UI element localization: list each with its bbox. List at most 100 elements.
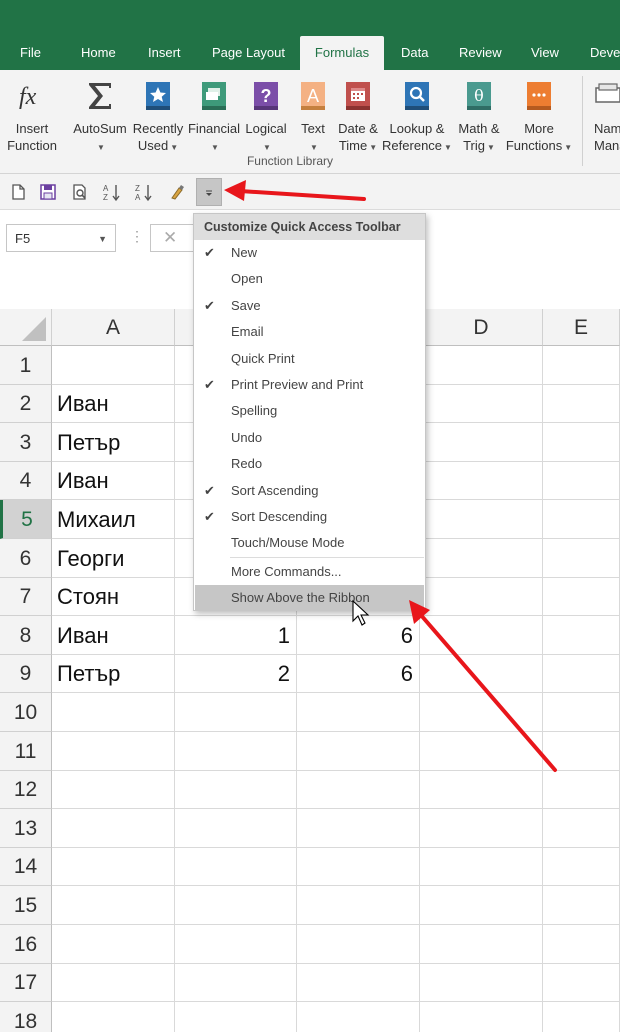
table-cell[interactable] bbox=[543, 539, 620, 578]
tab-page-layout[interactable]: Page Layout bbox=[212, 36, 285, 70]
table-cell[interactable] bbox=[52, 964, 175, 1002]
table-cell[interactable] bbox=[420, 616, 543, 655]
row-header[interactable]: 4 bbox=[0, 462, 52, 500]
table-cell[interactable] bbox=[297, 693, 420, 732]
table-cell[interactable] bbox=[543, 346, 620, 385]
row-header[interactable]: 18 bbox=[0, 1002, 52, 1032]
table-cell[interactable] bbox=[52, 346, 175, 385]
table-cell[interactable] bbox=[175, 848, 297, 886]
table-cell[interactable] bbox=[420, 771, 543, 809]
table-cell[interactable] bbox=[420, 462, 543, 500]
row-header[interactable]: 6 bbox=[0, 539, 52, 578]
table-cell[interactable] bbox=[543, 809, 620, 848]
menu-item-quick-print[interactable]: Quick Print bbox=[195, 346, 424, 372]
table-cell[interactable] bbox=[297, 964, 420, 1002]
table-cell[interactable] bbox=[543, 925, 620, 964]
table-cell[interactable] bbox=[175, 693, 297, 732]
table-cell[interactable] bbox=[175, 925, 297, 964]
tab-file[interactable]: File bbox=[20, 36, 41, 70]
table-cell[interactable] bbox=[420, 964, 543, 1002]
column-header-d[interactable]: D bbox=[420, 309, 543, 346]
more-functions-button[interactable]: More Functions ▼ bbox=[506, 76, 572, 160]
menu-item-sort-ascending[interactable]: ✔ Sort Ascending bbox=[195, 478, 424, 504]
table-cell[interactable] bbox=[543, 655, 620, 693]
table-cell[interactable] bbox=[420, 1002, 543, 1032]
table-cell[interactable]: Петър bbox=[52, 423, 175, 462]
table-cell[interactable] bbox=[297, 886, 420, 925]
row-header[interactable]: 7 bbox=[0, 578, 52, 616]
save-icon[interactable] bbox=[38, 182, 58, 202]
menu-item-spelling[interactable]: Spelling bbox=[195, 398, 424, 424]
table-cell[interactable] bbox=[420, 539, 543, 578]
table-cell[interactable] bbox=[543, 462, 620, 500]
table-cell[interactable] bbox=[297, 771, 420, 809]
tab-review[interactable]: Review bbox=[459, 36, 502, 70]
row-header[interactable]: 1 bbox=[0, 346, 52, 385]
table-cell[interactable] bbox=[297, 925, 420, 964]
tab-data[interactable]: Data bbox=[401, 36, 428, 70]
table-cell[interactable] bbox=[297, 809, 420, 848]
table-cell[interactable] bbox=[175, 809, 297, 848]
menu-item-redo[interactable]: Redo bbox=[195, 451, 424, 477]
table-cell[interactable]: Михаил bbox=[52, 500, 175, 539]
column-header-e[interactable]: E bbox=[543, 309, 620, 346]
table-cell[interactable]: Стоян bbox=[52, 578, 175, 616]
row-header[interactable]: 3 bbox=[0, 423, 52, 462]
table-cell[interactable]: Иван bbox=[52, 616, 175, 655]
row-header[interactable]: 17 bbox=[0, 964, 52, 1002]
table-cell[interactable] bbox=[52, 809, 175, 848]
table-cell[interactable] bbox=[297, 732, 420, 771]
select-all-corner[interactable] bbox=[0, 309, 52, 346]
menu-item-more-commands[interactable]: More Commands... bbox=[195, 559, 424, 585]
table-cell[interactable] bbox=[420, 732, 543, 771]
new-document-icon[interactable] bbox=[8, 182, 28, 202]
table-cell[interactable]: 6 bbox=[297, 616, 420, 655]
table-cell[interactable] bbox=[175, 771, 297, 809]
table-cell[interactable] bbox=[543, 693, 620, 732]
table-cell[interactable] bbox=[175, 1002, 297, 1032]
table-cell[interactable] bbox=[52, 693, 175, 732]
chevron-down-icon[interactable]: ▼ bbox=[98, 234, 107, 244]
table-cell[interactable] bbox=[175, 886, 297, 925]
table-cell[interactable] bbox=[297, 1002, 420, 1032]
table-cell[interactable] bbox=[543, 848, 620, 886]
menu-item-show-above-ribbon[interactable]: Show Above the Ribbon bbox=[195, 585, 424, 611]
menu-item-save[interactable]: ✔ Save bbox=[195, 293, 424, 319]
row-header[interactable]: 15 bbox=[0, 886, 52, 925]
table-cell[interactable] bbox=[543, 385, 620, 423]
menu-item-new[interactable]: ✔ New bbox=[195, 240, 424, 266]
tab-home[interactable]: Home bbox=[81, 36, 116, 70]
row-header[interactable]: 10 bbox=[0, 693, 52, 732]
table-cell[interactable] bbox=[52, 1002, 175, 1032]
table-cell[interactable]: Георги bbox=[52, 539, 175, 578]
table-cell[interactable] bbox=[420, 346, 543, 385]
table-cell[interactable] bbox=[420, 693, 543, 732]
row-header[interactable]: 8 bbox=[0, 616, 52, 655]
table-cell[interactable]: 2 bbox=[175, 655, 297, 693]
menu-item-email[interactable]: Email bbox=[195, 319, 424, 345]
table-cell[interactable]: Петър bbox=[52, 655, 175, 693]
row-header[interactable]: 9 bbox=[0, 655, 52, 693]
row-header[interactable]: 14 bbox=[0, 848, 52, 886]
tab-view[interactable]: View bbox=[531, 36, 559, 70]
table-cell[interactable] bbox=[52, 886, 175, 925]
table-cell[interactable] bbox=[543, 616, 620, 655]
sort-descending-icon[interactable]: ZA bbox=[134, 182, 154, 202]
touch-mode-icon[interactable] bbox=[166, 182, 186, 202]
table-cell[interactable]: Иван bbox=[52, 462, 175, 500]
table-cell[interactable] bbox=[175, 732, 297, 771]
print-preview-icon[interactable] bbox=[70, 182, 90, 202]
table-cell[interactable] bbox=[543, 964, 620, 1002]
tab-formulas[interactable]: Formulas bbox=[300, 36, 384, 70]
menu-item-touch-mouse-mode[interactable]: Touch/Mouse Mode bbox=[195, 530, 424, 556]
table-cell[interactable]: Иван bbox=[52, 385, 175, 423]
insert-function-button[interactable]: fx Insert Function bbox=[2, 76, 62, 160]
table-cell[interactable]: 1 bbox=[175, 616, 297, 655]
table-cell[interactable]: 6 bbox=[297, 655, 420, 693]
row-header[interactable]: 12 bbox=[0, 771, 52, 809]
table-cell[interactable] bbox=[420, 385, 543, 423]
row-header[interactable]: 13 bbox=[0, 809, 52, 848]
table-cell[interactable] bbox=[52, 771, 175, 809]
table-cell[interactable] bbox=[420, 655, 543, 693]
customize-qat-dropdown-button[interactable] bbox=[196, 178, 222, 206]
